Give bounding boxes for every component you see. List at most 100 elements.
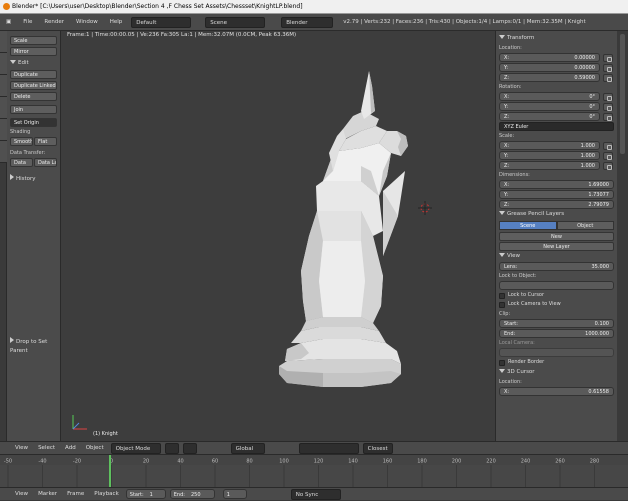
tl-menu-marker[interactable]: Marker [35,489,60,500]
lock-icon[interactable] [603,113,613,121]
data-layout-button[interactable]: Data La [34,158,57,167]
lock-icon[interactable] [603,93,613,101]
menu-object[interactable]: Object [83,443,107,454]
checkbox-icon[interactable] [499,359,505,366]
current-frame-field[interactable]: 1 [222,489,247,499]
tl-menu-frame[interactable]: Frame [64,489,87,500]
timeline-editor[interactable]: -50 -40 -20 0 20 40 60 80 100 120 140 160 180 200 220 2… [0,454,628,488]
cursor-x-field[interactable]: X: 0.61558 [499,387,614,396]
mode-selector[interactable]: Object Mode [110,442,161,454]
gp-object-tab[interactable]: Object [556,221,614,230]
lock-icon[interactable] [603,162,613,170]
view-panel-header[interactable]: View [499,252,614,261]
layers-grid[interactable] [298,442,359,454]
lock-icon[interactable] [603,152,613,160]
dimension-z-field[interactable]: Z: 2.79079 [499,200,614,209]
edit-section-header[interactable]: Edit [10,59,57,68]
tab-animation[interactable] [0,97,7,119]
delete-button[interactable]: Delete [10,92,57,101]
menu-file[interactable]: File [20,17,35,28]
duplicate-button[interactable]: Duplicate [10,70,57,79]
lock-object-field[interactable] [499,281,614,290]
location-z-field[interactable]: Z: 0.59000 [499,73,613,82]
lock-camera-checkbox[interactable]: Lock Camera to View [499,300,614,309]
menu-add[interactable]: Add [62,443,79,454]
pivot-selector[interactable] [182,442,197,454]
checkbox-icon[interactable] [499,301,505,308]
screen-layout-selector[interactable]: Default [131,16,192,28]
lock-icon[interactable] [603,74,613,82]
render-border-checkbox[interactable]: Render Border [499,358,614,367]
clip-end-field[interactable]: End: 1000.000 [499,329,614,338]
scene-stats: v2.79 | Verts:232 | Faces:236 | Tris:430… [343,19,586,25]
lock-icon[interactable] [603,54,613,62]
menu-window[interactable]: Window [73,17,101,28]
lock-to-cursor-checkbox[interactable]: Lock to Cursor [499,291,614,300]
tab-grease-pencil[interactable] [0,141,7,163]
set-origin-dropdown[interactable]: Set Origin [10,118,57,127]
smooth-button[interactable]: Smooth [10,137,33,146]
editor-type-icon[interactable]: ▣ [3,17,14,28]
mirror-button[interactable]: Mirror [10,47,57,56]
operator-panel-header[interactable]: Drop to Set Parent [10,337,60,354]
location-x-field[interactable]: X: 0.00000 [499,53,613,62]
dimension-x-field[interactable]: X: 1.69000 [499,180,614,189]
start-frame-field[interactable]: Start: 1 [125,489,166,499]
tab-physics[interactable] [0,119,7,141]
end-frame-field[interactable]: End: 250 [169,489,215,499]
shading-selector[interactable] [164,442,179,454]
lens-field[interactable]: Lens: 35.000 [499,262,614,271]
rotation-mode-dropdown[interactable]: XYZ Euler [499,122,614,131]
history-section-header[interactable]: History [10,174,57,183]
window-titlebar: Blender* [C:\Users\user\Desktop\Blender\… [0,0,628,14]
local-camera-field[interactable] [499,348,614,357]
timeline-tick-label: 240 [521,459,531,465]
scale-y-field[interactable]: Y: 1.000 [499,151,613,160]
menu-view[interactable]: View [12,443,31,454]
render-engine-selector[interactable]: Blender Render [281,16,334,37]
scrollbar-thumb[interactable] [620,34,625,154]
location-y-field[interactable]: Y: 0.00000 [499,63,613,72]
menu-render[interactable]: Render [41,17,67,28]
checkbox-icon[interactable] [499,292,505,299]
menu-help[interactable]: Help [107,17,126,28]
tab-create[interactable] [0,53,7,75]
duplicate-linked-button[interactable]: Duplicate Linked [10,81,57,90]
clip-start-field[interactable]: Start: 0.100 [499,319,614,328]
rotation-z-field[interactable]: Z: 0° [499,112,613,121]
dimension-y-field[interactable]: Y: 1.73077 [499,190,614,199]
rotation-x-field[interactable]: X: 0° [499,92,613,101]
location-label: Location: [499,45,522,51]
gp-new-layer-button[interactable]: New Layer [499,242,614,251]
scene-selector[interactable]: Scene [205,16,266,28]
tl-menu-playback[interactable]: Playback [91,489,122,500]
scale-x-field[interactable]: X: 1.000 [499,141,613,150]
3d-viewport[interactable]: Frame:1 | Time:00:00.05 | Ve:236 Fa:305 … [61,31,495,441]
tab-tools[interactable] [0,31,7,53]
snap-target-selector[interactable]: Closest [362,442,393,454]
gp-scene-tab[interactable]: Scene [499,221,557,230]
tl-menu-view[interactable]: View [12,489,31,500]
menu-select[interactable]: Select [35,443,58,454]
flat-button[interactable]: Flat [34,137,57,146]
transform-orientation-selector[interactable]: Global [230,442,265,454]
3d-cursor-panel-header[interactable]: 3D Cursor [499,368,614,377]
gp-new-button[interactable]: New [499,232,614,241]
lock-icon[interactable] [603,142,613,150]
tab-relations[interactable] [0,75,7,97]
properties-scrollbar[interactable] [617,31,628,441]
grease-pencil-panel-header[interactable]: Grease Pencil Layers [499,210,614,219]
data-transfer-button[interactable]: Data [10,158,33,167]
knight-chess-piece-model[interactable] [61,31,495,441]
join-button[interactable]: Join [10,105,57,114]
scale-z-field[interactable]: Z: 1.000 [499,161,613,170]
scale-button[interactable]: Scale [10,36,57,45]
sync-mode-selector[interactable]: No Sync [290,488,341,500]
lock-icon[interactable] [603,64,613,72]
rotation-y-field[interactable]: Y: 0° [499,102,613,111]
expand-triangle-icon [10,60,16,64]
properties-sidebar: Transform Location: X: 0.00000 Y: 0.00000 … [495,31,617,441]
3d-cursor-icon[interactable] [418,201,432,215]
lock-icon[interactable] [603,103,613,111]
transform-panel-header[interactable]: Transform [499,34,614,43]
